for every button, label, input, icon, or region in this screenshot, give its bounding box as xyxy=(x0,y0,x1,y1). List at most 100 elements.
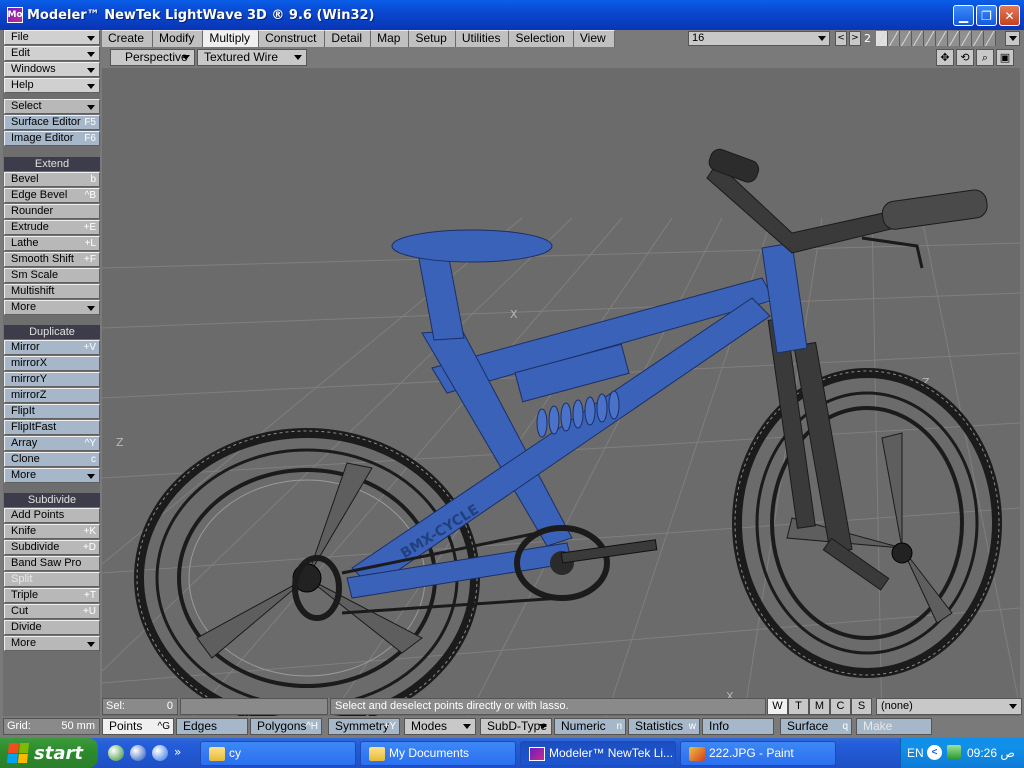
tab-setup[interactable]: Setup xyxy=(409,30,456,47)
tab-modify[interactable]: Modify xyxy=(153,30,204,47)
lightwave-app-icon[interactable]: Mo xyxy=(7,7,23,23)
lathe-button[interactable]: Lathe +L xyxy=(4,236,100,251)
maximize-view-icon[interactable]: ▣ xyxy=(996,49,1014,66)
surface-map-selector[interactable]: (none) xyxy=(876,698,1022,715)
tab-map[interactable]: Map xyxy=(371,30,410,47)
view-mode-dropdown[interactable]: Perspective xyxy=(110,49,195,66)
layer-selector[interactable]: 16 xyxy=(688,31,830,46)
clock[interactable]: 09:26 ص xyxy=(967,746,1015,760)
rotate-view-icon[interactable]: ⟲ xyxy=(956,49,974,66)
smooth-shift-button[interactable]: Smooth Shift +F xyxy=(4,252,100,267)
next-layer-button[interactable]: > xyxy=(849,31,861,46)
t-toggle[interactable]: T xyxy=(788,698,809,715)
symmetry-toggle[interactable]: Symmetry +Y xyxy=(328,718,400,735)
numeric-button[interactable]: Numeric n xyxy=(554,718,626,735)
layer-slot[interactable] xyxy=(900,31,912,46)
statistics-button[interactable]: Statistics w xyxy=(628,718,700,735)
subd-type-dropdown[interactable]: SubD-Type xyxy=(480,718,552,735)
network-icon[interactable] xyxy=(947,745,961,759)
media-player-icon[interactable] xyxy=(130,745,146,761)
mirror-x-button[interactable]: mirrorX xyxy=(4,356,100,371)
edge-bevel-button[interactable]: Edge Bevel ^B xyxy=(4,188,100,203)
layer-slot[interactable] xyxy=(960,31,972,46)
edges-mode-button[interactable]: Edges xyxy=(176,718,248,735)
tab-construct[interactable]: Construct xyxy=(259,30,326,47)
cut-button[interactable]: Cut +U xyxy=(4,604,100,619)
modes-dropdown[interactable]: Modes xyxy=(404,718,476,735)
subdivide-button[interactable]: Subdivide +D xyxy=(4,540,100,555)
image-editor-button[interactable]: Image Editor F6 xyxy=(4,131,100,146)
tab-selection[interactable]: Selection xyxy=(509,30,574,47)
title-bar[interactable]: Mo Modeler™ NewTek LightWave 3D ® 9.6 (W… xyxy=(0,0,1024,30)
layer-slot[interactable] xyxy=(972,31,984,46)
maximize-button[interactable]: ❐ xyxy=(976,5,997,26)
start-button[interactable]: start xyxy=(0,738,98,768)
mirror-button[interactable]: Mirror +V xyxy=(4,340,100,355)
layer-slot[interactable] xyxy=(876,31,888,46)
taskbar-item-cy[interactable]: cy xyxy=(200,741,356,766)
triple-button[interactable]: Triple +T xyxy=(4,588,100,603)
minimize-button[interactable]: ▁ xyxy=(953,5,974,26)
layer-slot[interactable] xyxy=(924,31,936,46)
messenger-icon[interactable] xyxy=(108,745,124,761)
points-mode-button[interactable]: Points ^G xyxy=(102,718,174,735)
clone-button[interactable]: Clone c xyxy=(4,452,100,467)
mirror-z-button[interactable]: mirrorZ xyxy=(4,388,100,403)
make-button[interactable]: Make xyxy=(856,718,932,735)
zoom-view-icon[interactable]: ⌕ xyxy=(976,49,994,66)
sm-scale-button[interactable]: Sm Scale xyxy=(4,268,100,283)
tab-create[interactable]: Create xyxy=(102,30,154,47)
show-hidden-icons-button[interactable]: < xyxy=(927,745,942,760)
duplicate-more-menu[interactable]: More xyxy=(4,468,100,483)
internet-explorer-icon[interactable] xyxy=(152,745,168,761)
mirror-y-button[interactable]: mirrorY xyxy=(4,372,100,387)
layer-slot[interactable] xyxy=(936,31,948,46)
layer-menu-button[interactable] xyxy=(1005,31,1020,46)
w-toggle[interactable]: W xyxy=(767,698,788,715)
c-toggle[interactable]: C xyxy=(830,698,851,715)
taskbar-item-my-documents[interactable]: My Documents xyxy=(360,741,516,766)
extend-more-menu[interactable]: More xyxy=(4,300,100,315)
layer-slot[interactable] xyxy=(984,31,996,46)
add-points-button[interactable]: Add Points xyxy=(4,508,100,523)
extrude-button[interactable]: Extrude +E xyxy=(4,220,100,235)
bevel-button[interactable]: Bevel b xyxy=(4,172,100,187)
info-button[interactable]: Info xyxy=(702,718,774,735)
move-view-icon[interactable]: ✥ xyxy=(936,49,954,66)
flipit-button[interactable]: FlipIt xyxy=(4,404,100,419)
rounder-button[interactable]: Rounder xyxy=(4,204,100,219)
taskbar-item-modeler[interactable]: Modeler™ NewTek Li... xyxy=(520,741,676,766)
layer-slot[interactable] xyxy=(912,31,924,46)
m-toggle[interactable]: M xyxy=(809,698,830,715)
layer-slot[interactable] xyxy=(888,31,900,46)
layer-slot[interactable] xyxy=(948,31,960,46)
language-indicator[interactable]: EN xyxy=(907,746,924,760)
prev-layer-button[interactable]: < xyxy=(835,31,847,46)
band-saw-pro-button[interactable]: Band Saw Pro xyxy=(4,556,100,571)
tab-detail[interactable]: Detail xyxy=(325,30,372,47)
surface-editor-button[interactable]: Surface Editor F5 xyxy=(4,115,100,130)
flipitfast-button[interactable]: FlipItFast xyxy=(4,420,100,435)
tab-multiply[interactable]: Multiply xyxy=(203,30,260,47)
multishift-button[interactable]: Multishift xyxy=(4,284,100,299)
file-menu[interactable]: File xyxy=(4,30,100,45)
edit-menu[interactable]: Edit xyxy=(4,46,100,61)
divide-button[interactable]: Divide xyxy=(4,620,100,635)
s-toggle[interactable]: S xyxy=(851,698,872,715)
surface-button[interactable]: Surface q xyxy=(780,718,852,735)
perspective-viewport[interactable]: X Z Z X BMX-CYCLE xyxy=(102,68,1020,729)
help-menu[interactable]: Help xyxy=(4,78,100,93)
polygons-mode-button[interactable]: Polygons ^H xyxy=(250,718,322,735)
close-button[interactable]: ✕ xyxy=(999,5,1020,26)
windows-menu[interactable]: Windows xyxy=(4,62,100,77)
tab-view[interactable]: View xyxy=(573,30,615,47)
split-button[interactable]: Split xyxy=(4,572,100,587)
array-button[interactable]: Array ^Y xyxy=(4,436,100,451)
knife-button[interactable]: Knife +K xyxy=(4,524,100,539)
render-mode-dropdown[interactable]: Textured Wire xyxy=(197,49,307,66)
quick-launch-more-icon[interactable]: » xyxy=(174,745,181,761)
taskbar-item-paint[interactable]: 222.JPG - Paint xyxy=(680,741,836,766)
select-menu[interactable]: Select xyxy=(4,99,100,114)
tab-utilities[interactable]: Utilities xyxy=(455,30,510,47)
subdivide-more-menu[interactable]: More xyxy=(4,636,100,651)
